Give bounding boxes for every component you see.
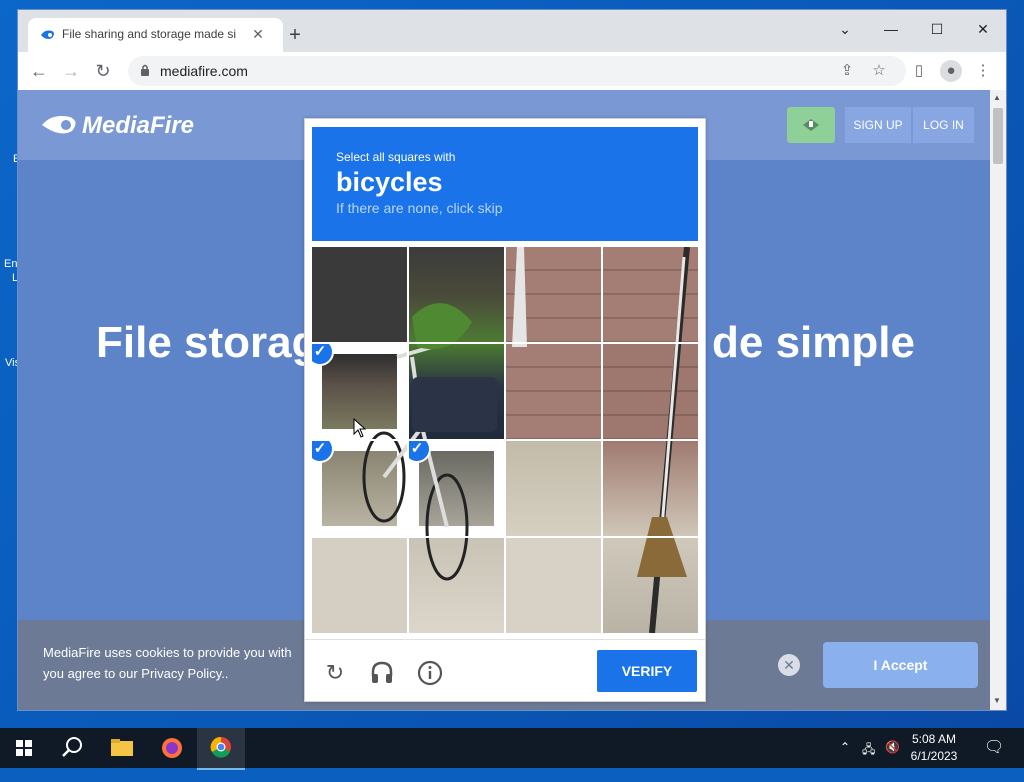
captcha-target: bicycles (336, 167, 443, 197)
captcha-hint: If there are none, click skip (336, 200, 503, 216)
headphones-icon[interactable] (369, 660, 395, 686)
captcha-tile[interactable] (506, 344, 601, 439)
tab-search-icon[interactable]: ⌄ (822, 14, 868, 44)
start-button[interactable] (0, 728, 48, 768)
captcha-tile[interactable] (603, 441, 698, 536)
captcha-tile[interactable] (409, 344, 504, 439)
maximize-button[interactable]: ☐ (914, 14, 960, 44)
captcha-tile[interactable] (312, 538, 407, 633)
captcha-tile[interactable] (409, 538, 504, 633)
tab-title: File sharing and storage made si (62, 27, 237, 41)
log-in-button[interactable]: LOG IN (913, 107, 974, 143)
chrome-icon[interactable] (197, 728, 245, 770)
reload-icon[interactable]: ↻ (92, 60, 114, 82)
cookie-close-icon[interactable]: ✕ (778, 654, 800, 676)
grid-line (312, 342, 698, 344)
search-icon[interactable] (48, 728, 96, 768)
sign-up-button[interactable]: SIGN UP (845, 107, 911, 143)
side-panel-icon[interactable]: ▯ (908, 60, 930, 82)
captcha-tile[interactable] (506, 538, 601, 633)
captcha-tile[interactable] (409, 247, 504, 342)
clock-time: 5:08 AM (911, 732, 957, 746)
volume-muted-icon[interactable]: 🔇 (885, 740, 900, 754)
info-icon[interactable] (417, 660, 443, 686)
refresh-icon[interactable]: ↻ (322, 660, 348, 686)
scroll-up-icon[interactable]: ▲ (993, 93, 1001, 102)
lock-icon[interactable] (140, 64, 150, 76)
captcha-grid: ✓ ✓ ✓ (312, 247, 698, 633)
clock-date: 6/1/2023 (910, 749, 958, 763)
address-bar[interactable]: mediafire.com ⇪ ☆ (128, 56, 906, 86)
desktop-icon-label[interactable]: En (4, 258, 17, 270)
network-icon[interactable]: 🖧 (862, 740, 875, 761)
captcha-tile[interactable] (312, 247, 407, 342)
captcha-instruction: Select all squares with (336, 150, 456, 164)
profile-avatar-icon[interactable]: ● (940, 60, 962, 82)
captcha-tile[interactable] (506, 441, 601, 536)
upload-icon (803, 119, 819, 131)
bookmark-star-icon[interactable]: ☆ (868, 60, 890, 82)
chevron-up-icon[interactable]: ⌃ (840, 740, 850, 754)
back-arrow-icon[interactable]: ← (28, 60, 50, 82)
scroll-down-icon[interactable]: ▼ (993, 696, 1001, 705)
captcha-tile[interactable] (603, 538, 698, 633)
browser-tab[interactable]: File sharing and storage made si ✕ (28, 18, 283, 52)
forward-arrow-icon[interactable]: → (60, 60, 82, 82)
clock[interactable]: 5:08 AM 6/1/2023 (904, 731, 964, 765)
menu-kebab-icon[interactable]: ⋮ (972, 60, 994, 82)
captcha-footer: ↻ VERIFY (305, 639, 705, 702)
cookie-text-line: MediaFire uses cookies to provide you wi… (43, 645, 292, 660)
grid-line (312, 536, 698, 538)
mouse-cursor-icon (353, 418, 367, 438)
taskbar: ⌃ 🖧 🔇 5:08 AM 6/1/2023 🗨 (0, 728, 1024, 770)
captcha-tile[interactable] (506, 247, 601, 342)
captcha-tile-selected[interactable]: ✓ (409, 441, 504, 536)
captcha-header: Select all squares with bicycles If ther… (312, 127, 698, 241)
captcha-tile[interactable] (603, 344, 698, 439)
mediafire-logo-icon[interactable] (40, 112, 80, 138)
windows-logo-icon (16, 740, 32, 756)
captcha-tile[interactable] (603, 247, 698, 342)
firefox-icon[interactable] (148, 728, 196, 768)
grid-line (312, 439, 698, 441)
scrollbar-thumb[interactable] (993, 108, 1003, 164)
share-icon[interactable]: ⇪ (836, 60, 858, 82)
file-explorer-icon[interactable] (98, 728, 146, 768)
url-text: mediafire.com (160, 63, 248, 79)
upload-button[interactable] (787, 107, 835, 143)
notification-icon[interactable]: 🗨 (984, 737, 1004, 757)
verify-button[interactable]: VERIFY (597, 650, 697, 692)
browser-toolbar: ← → ↻ mediafire.com ⇪ ☆ ▯ ● ⋮ (18, 52, 1006, 91)
site-logo[interactable]: MediaFire (82, 112, 194, 140)
hero-headline-left: File storag (96, 318, 319, 367)
captcha-tile-selected[interactable]: ✓ (312, 441, 407, 536)
page-scrollbar[interactable]: ▲ ▼ (990, 90, 1006, 710)
mediafire-favicon-icon (41, 30, 54, 39)
minimize-button[interactable]: — (868, 14, 914, 44)
accept-cookies-button[interactable]: I Accept (823, 642, 978, 688)
captcha-challenge: Select all squares with bicycles If ther… (304, 118, 706, 702)
privacy-policy-link[interactable]: you agree to our Privacy Policy.. (43, 666, 228, 681)
hero-headline-right: de simple (712, 318, 915, 367)
cookie-text: MediaFire uses cookies to provide you wi… (43, 642, 313, 684)
tab-close-icon[interactable]: ✕ (248, 24, 268, 44)
close-window-button[interactable]: ✕ (960, 14, 1006, 44)
tab-bar: File sharing and storage made si ✕ + ⌄ —… (18, 10, 1006, 52)
new-tab-button[interactable]: + (283, 24, 307, 48)
